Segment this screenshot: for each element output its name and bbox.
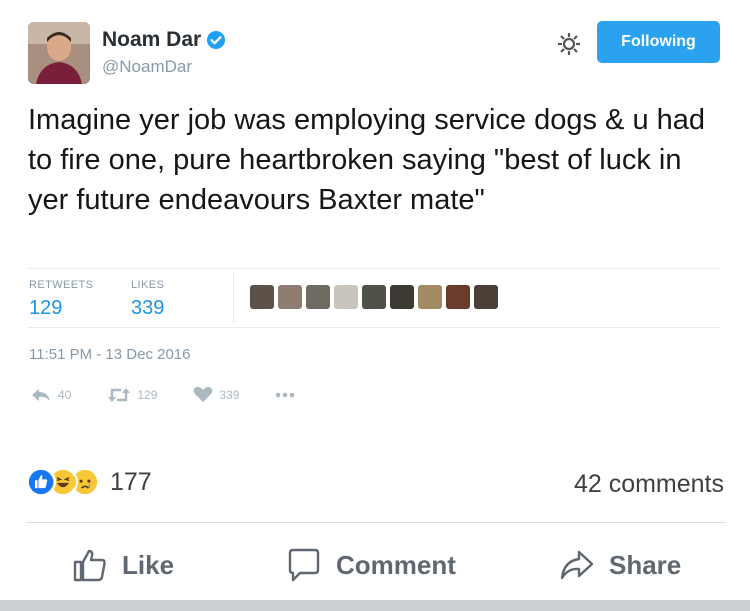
liker-avatar[interactable] — [306, 285, 330, 309]
author-avatar[interactable] — [28, 22, 90, 84]
divider — [26, 522, 726, 523]
tweet-text: Imagine yer job was employing service do… — [28, 104, 706, 216]
retweet-icon — [108, 387, 131, 402]
author-handle[interactable]: @NoamDar — [102, 57, 192, 77]
tweet-card: Noam Dar @NoamDar Following Imagine yer … — [0, 0, 750, 440]
likes-value: 339 — [131, 297, 165, 319]
likes-stat[interactable]: LIKES 339 — [131, 279, 164, 320]
reply-count: 40 — [58, 387, 72, 402]
comment-action-label: Comment — [336, 549, 456, 580]
like-action-button[interactable]: Like — [72, 545, 174, 585]
thumbs-up-icon — [73, 549, 106, 582]
liker-avatar[interactable] — [446, 285, 470, 309]
like-action-label: Like — [122, 549, 175, 580]
like-count: 339 — [219, 387, 240, 402]
reply-icon — [32, 388, 50, 401]
gear-icon[interactable] — [556, 31, 582, 57]
share-action-button[interactable]: Share — [559, 545, 681, 585]
share-action-label: Share — [609, 549, 682, 580]
retweets-label: RETWEETS — [29, 279, 94, 291]
divider — [233, 272, 234, 324]
verified-icon — [207, 31, 226, 49]
comments-count[interactable]: 42 comments — [574, 470, 724, 499]
liker-avatar[interactable] — [334, 285, 358, 309]
retweets-stat[interactable]: RETWEETS 129 — [29, 279, 93, 320]
tweet-timestamp[interactable]: 11:51 PM - 13 Dec 2016 — [29, 346, 190, 363]
heart-icon — [194, 386, 213, 402]
like-button[interactable]: 339 — [193, 386, 239, 403]
more-icon — [276, 392, 295, 397]
share-icon — [560, 550, 594, 580]
likes-label: LIKES — [131, 279, 165, 291]
bottom-bar — [0, 600, 750, 611]
retweet-count: 129 — [137, 387, 158, 402]
liker-avatar[interactable] — [278, 285, 302, 309]
like-reaction-icon — [26, 467, 56, 497]
reactions-summary[interactable]: 177 — [26, 467, 152, 497]
liker-avatar[interactable] — [362, 285, 386, 309]
reply-button[interactable]: 40 — [30, 387, 71, 403]
retweet-button[interactable]: 129 — [107, 387, 157, 403]
divider — [28, 327, 720, 328]
liker-avatar[interactable] — [474, 285, 498, 309]
author-name-text[interactable]: Noam Dar — [102, 28, 201, 52]
following-button[interactable]: Following — [597, 21, 720, 63]
author-name[interactable]: Noam Dar — [102, 28, 226, 52]
retweets-value: 129 — [29, 297, 63, 319]
liker-avatar[interactable] — [418, 285, 442, 309]
comment-icon — [288, 548, 320, 582]
liker-avatar[interactable] — [390, 285, 414, 309]
liker-avatar[interactable] — [250, 285, 274, 309]
likers-avatars — [250, 285, 498, 309]
tweet-actions: 40 129 339 — [30, 386, 331, 403]
more-button[interactable] — [275, 392, 295, 398]
comment-action-button[interactable]: Comment — [286, 545, 456, 585]
reaction-count: 177 — [110, 467, 152, 496]
divider — [28, 268, 720, 269]
